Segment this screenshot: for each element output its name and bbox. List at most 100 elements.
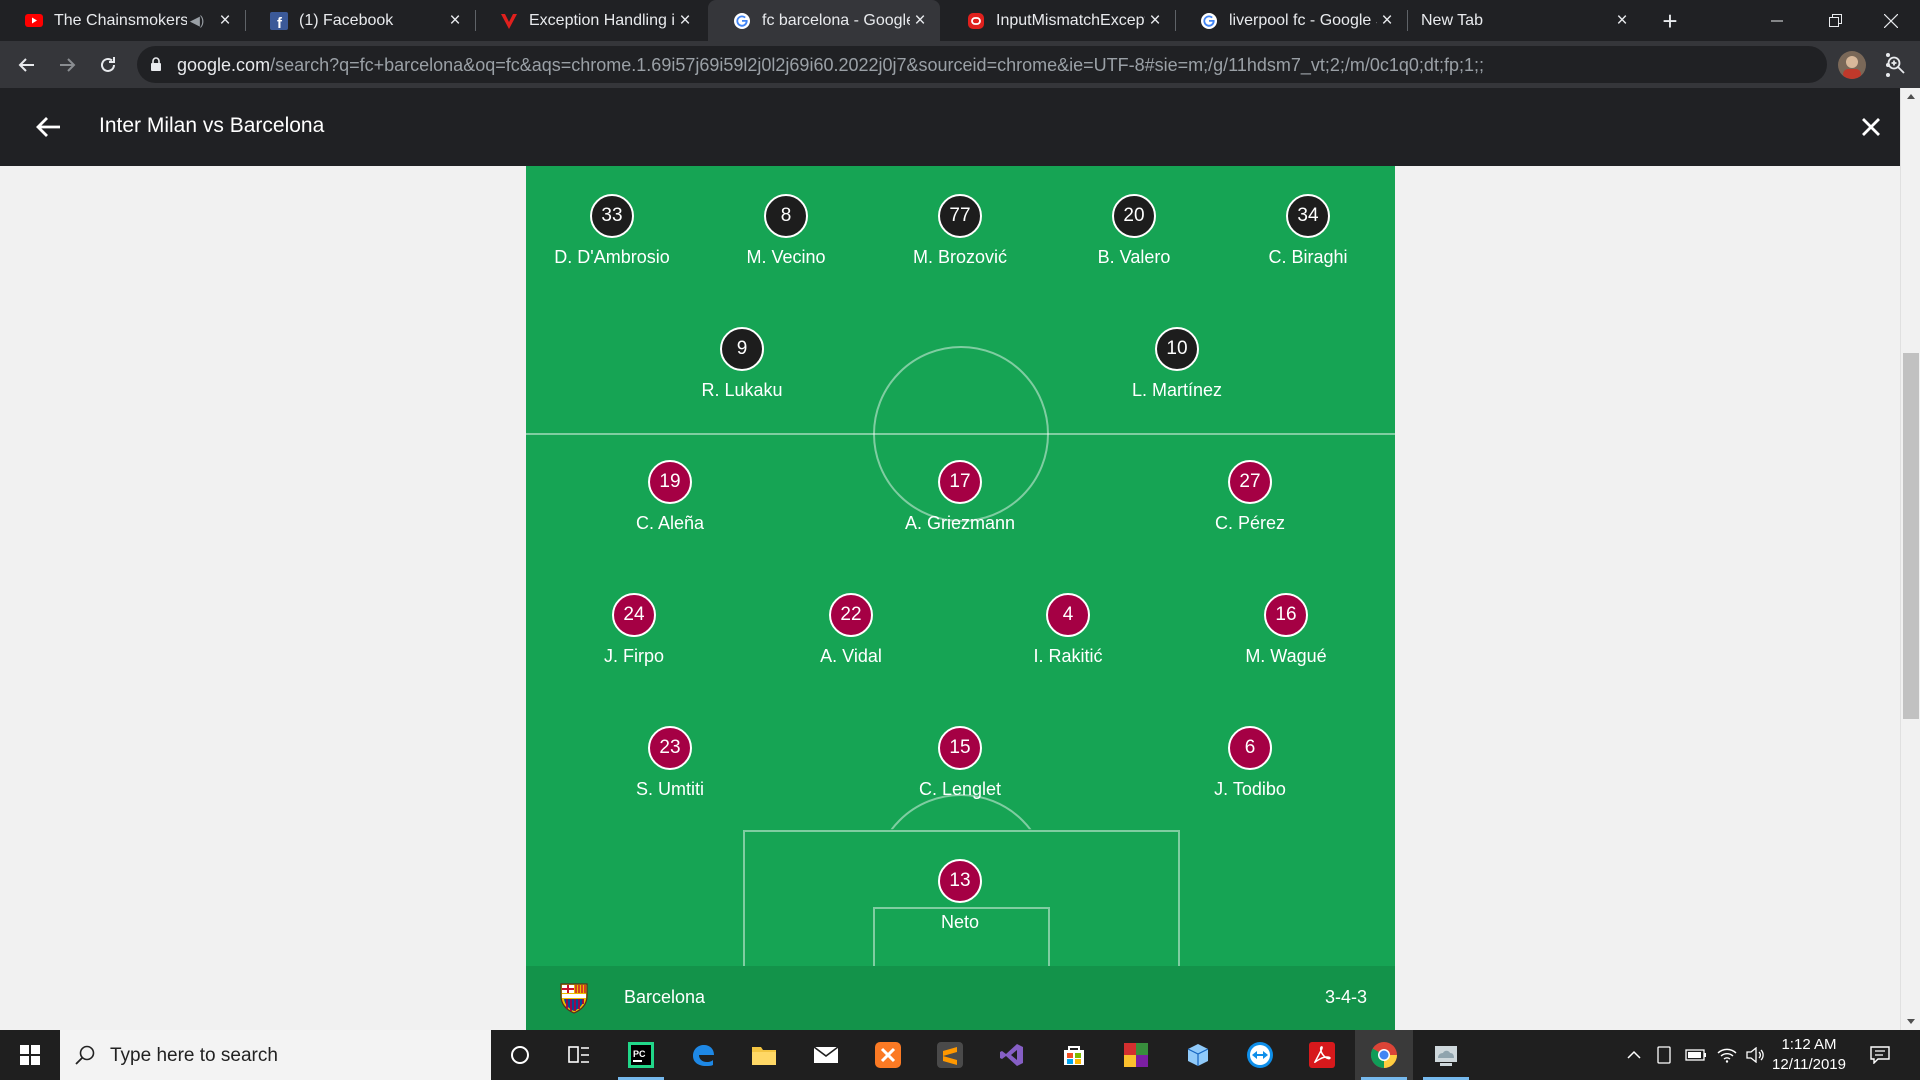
cortana-icon[interactable] <box>491 1030 549 1080</box>
player-card[interactable]: 17 A. Griezmann <box>860 460 1060 534</box>
tablet-icon[interactable] <box>1650 1030 1678 1080</box>
restore-button[interactable] <box>1806 0 1864 41</box>
browser-menu-icon[interactable] <box>1886 53 1892 77</box>
scroll-up-arrow-icon[interactable] <box>1907 94 1915 99</box>
close-icon[interactable]: × <box>445 10 465 31</box>
close-window-button[interactable] <box>1862 0 1920 41</box>
start-button[interactable] <box>0 1030 60 1080</box>
tab-chainsmokers[interactable]: The Chainsmokers ◀) × <box>0 0 245 41</box>
player-card[interactable]: 22 A. Vidal <box>751 593 951 667</box>
player-card[interactable]: 77 M. Brozović <box>860 194 1060 268</box>
close-icon[interactable]: × <box>675 10 695 31</box>
profile-avatar[interactable] <box>1838 51 1866 79</box>
search-placeholder: Type here to search <box>110 1045 278 1066</box>
red-rounded-icon <box>966 11 986 31</box>
battery-icon[interactable] <box>1680 1030 1712 1080</box>
tab-input-mismatch[interactable]: InputMismatchExceptic × <box>942 0 1175 41</box>
tab-title: liverpool fc - Google Se <box>1229 11 1377 29</box>
winrar-icon[interactable] <box>1107 1030 1165 1080</box>
close-icon[interactable]: × <box>1612 10 1632 31</box>
mail-icon[interactable] <box>797 1030 855 1080</box>
player-number-badge: 24 <box>612 593 656 637</box>
close-icon[interactable]: × <box>910 10 930 31</box>
player-card[interactable]: 27 C. Pérez <box>1150 460 1350 534</box>
xampp-icon[interactable] <box>859 1030 917 1080</box>
formation-label: 3-4-3 <box>1324 987 1367 1007</box>
new-tab-button[interactable]: + <box>1657 8 1683 34</box>
tab-liverpool[interactable]: liverpool fc - Google Se × <box>1175 0 1407 41</box>
player-card[interactable]: 13 Neto <box>860 859 1060 933</box>
player-card[interactable]: 34 C. Biraghi <box>1208 194 1395 268</box>
system-clock[interactable]: 1:12 AM 12/11/2019 <box>1768 1035 1850 1075</box>
volume-icon[interactable] <box>1742 1030 1770 1080</box>
sublime-text-icon[interactable] <box>921 1030 979 1080</box>
windows-logo-icon <box>20 1045 40 1065</box>
player-name: D. D'Ambrosio <box>554 247 670 267</box>
cloud-app-icon[interactable] <box>1417 1030 1475 1080</box>
lock-icon[interactable] <box>150 57 162 77</box>
url-path: /search?q=fc+barcelona&oq=fc&aqs=chrome.… <box>270 55 1484 75</box>
close-icon[interactable]: × <box>1377 10 1397 31</box>
tab-title: New Tab <box>1421 11 1483 29</box>
visual-studio-icon[interactable] <box>983 1030 1041 1080</box>
player-card[interactable]: 10 L. Martínez <box>1077 327 1277 401</box>
taskbar-search-box[interactable]: Type here to search <box>60 1030 491 1080</box>
player-card[interactable]: 4 I. Rakitić <box>968 593 1168 667</box>
acrobat-icon[interactable] <box>1293 1030 1351 1080</box>
barcelona-crest-icon <box>559 982 589 1014</box>
player-card[interactable]: 9 R. Lukaku <box>642 327 842 401</box>
team-name: Barcelona <box>624 987 706 1007</box>
scroll-down-arrow-icon[interactable] <box>1907 1019 1915 1024</box>
player-number-badge: 17 <box>938 460 982 504</box>
player-card[interactable]: 33 D. D'Ambrosio <box>526 194 712 268</box>
reload-button[interactable] <box>93 50 123 80</box>
player-card[interactable]: 24 J. Firpo <box>534 593 734 667</box>
player-number-badge: 20 <box>1112 194 1156 238</box>
player-number-badge: 16 <box>1264 593 1308 637</box>
minimize-button[interactable] <box>1748 0 1806 41</box>
lineup-pitch: 33 D. D'Ambrosio 8 M. Vecino 77 M. Brozo… <box>526 166 1395 966</box>
player-name: B. Valero <box>1097 247 1171 267</box>
player-card[interactable]: 8 M. Vecino <box>686 194 886 268</box>
player-name: C. Lenglet <box>918 779 1002 799</box>
teamviewer-icon[interactable] <box>1231 1030 1289 1080</box>
box-3d-icon[interactable] <box>1169 1030 1227 1080</box>
notifications-icon[interactable] <box>1860 1030 1900 1080</box>
chevron-up-icon[interactable] <box>1620 1030 1648 1080</box>
store-icon[interactable] <box>1045 1030 1103 1080</box>
tab-facebook[interactable]: f (1) Facebook × <box>245 0 475 41</box>
player-name: J. Firpo <box>603 646 664 666</box>
player-name: I. Rakitić <box>1033 646 1103 666</box>
tab-title: (1) Facebook <box>299 11 394 29</box>
chrome-icon[interactable] <box>1355 1030 1413 1080</box>
pycharm-icon[interactable]: PC <box>612 1030 670 1080</box>
player-card[interactable]: 15 C. Lenglet <box>860 726 1060 800</box>
speaker-icon[interactable]: ◀) <box>187 11 207 31</box>
player-card[interactable]: 6 J. Todibo <box>1150 726 1350 800</box>
player-number-badge: 9 <box>720 327 764 371</box>
back-button[interactable] <box>12 50 42 80</box>
edge-icon[interactable] <box>674 1030 732 1080</box>
close-icon[interactable]: × <box>1145 10 1165 31</box>
tab-fc-barcelona[interactable]: fc barcelona - Google S × <box>708 0 940 41</box>
back-arrow-icon[interactable] <box>34 112 64 142</box>
player-name: C. Pérez <box>1214 513 1286 533</box>
player-card[interactable]: 19 C. Aleña <box>570 460 770 534</box>
task-view-icon[interactable] <box>550 1030 608 1080</box>
file-explorer-icon[interactable] <box>735 1030 793 1080</box>
close-icon[interactable] <box>1856 112 1886 142</box>
forward-button[interactable] <box>52 50 82 80</box>
tab-title: The Chainsmokers <box>54 11 187 29</box>
player-card[interactable]: 23 S. Umtiti <box>570 726 770 800</box>
search-icon <box>74 1044 96 1071</box>
close-icon[interactable]: × <box>215 10 235 31</box>
page-scrollbar[interactable] <box>1900 88 1920 1030</box>
player-card[interactable]: 20 B. Valero <box>1034 194 1234 268</box>
url-text[interactable]: google.com/search?q=fc+barcelona&oq=fc&a… <box>177 55 1484 76</box>
address-bar[interactable]: google.com/search?q=fc+barcelona&oq=fc&a… <box>137 46 1905 83</box>
tab-exception-handling[interactable]: Exception Handling in J × <box>475 0 705 41</box>
wifi-icon[interactable] <box>1712 1030 1742 1080</box>
player-card[interactable]: 16 M. Wagué <box>1186 593 1386 667</box>
scroll-thumb[interactable] <box>1903 353 1919 719</box>
tab-new-tab[interactable]: New Tab × <box>1407 0 1642 41</box>
